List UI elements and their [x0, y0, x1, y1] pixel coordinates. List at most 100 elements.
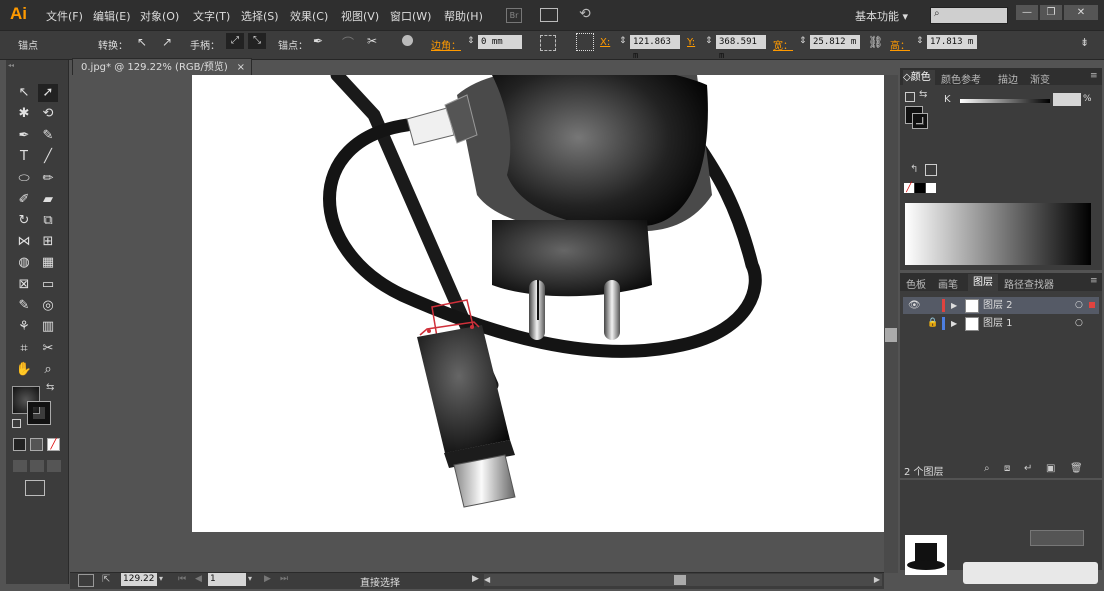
- zoom-field[interactable]: 129.22: [121, 573, 157, 586]
- target-circle-icon[interactable]: ○: [1075, 315, 1083, 332]
- horizontal-scroll-thumb[interactable]: [674, 575, 686, 585]
- draw-inside-icon[interactable]: [47, 460, 61, 472]
- horizontal-scrollbar[interactable]: ◀ ▶: [484, 574, 882, 586]
- menu-file[interactable]: 文件(F): [46, 8, 83, 24]
- expand-layer-icon[interactable]: ▶: [951, 297, 957, 314]
- remove-anchor-icon[interactable]: ✒: [313, 34, 323, 48]
- tab-swatches[interactable]: 色板: [906, 276, 926, 291]
- fit-artboard-icon[interactable]: [78, 574, 94, 587]
- ime-toolbar[interactable]: [963, 562, 1098, 584]
- constrain-proportions-icon[interactable]: ⛓: [868, 35, 883, 49]
- expand-layer-icon[interactable]: ▶: [951, 315, 957, 332]
- selection-tool-icon[interactable]: ↖: [14, 84, 34, 102]
- new-layer-icon[interactable]: ▣: [1046, 463, 1055, 474]
- lock-icon[interactable]: 🔒: [927, 315, 938, 332]
- tab-pathfinder[interactable]: 路径查找器: [1004, 276, 1054, 291]
- none-swatch[interactable]: ╱: [904, 183, 914, 193]
- target-circle-icon[interactable]: ○: [1075, 297, 1083, 314]
- menu-effect[interactable]: 效果(C): [290, 8, 328, 24]
- corner-label[interactable]: 边角：: [431, 37, 461, 52]
- color-panel-menu-icon[interactable]: ≡: [1090, 71, 1098, 81]
- none-mode-icon[interactable]: ╱: [47, 438, 60, 451]
- tab-brushes[interactable]: 画笔: [938, 276, 958, 291]
- y-label[interactable]: Y:: [687, 37, 695, 48]
- delete-layer-icon[interactable]: 🗑: [1070, 463, 1083, 474]
- pen-tool-icon[interactable]: ✒: [14, 127, 34, 145]
- ellipse-tool-icon[interactable]: ⬭: [14, 170, 34, 188]
- artboard-tool-icon[interactable]: ⌗: [14, 340, 34, 358]
- last-artboard-icon[interactable]: ⏭: [280, 574, 288, 584]
- mesh-tool-icon[interactable]: ⊠: [14, 276, 34, 294]
- perspective-grid-tool-icon[interactable]: ▦: [38, 254, 58, 272]
- reference-point-icon[interactable]: [576, 33, 594, 51]
- isolate-icon[interactable]: [402, 35, 413, 46]
- tab-color-guide[interactable]: 颜色参考: [941, 71, 981, 86]
- x-field[interactable]: 121.863 m: [630, 35, 680, 61]
- symbol-sprayer-tool-icon[interactable]: ⚘: [14, 318, 34, 336]
- layers-panel-menu-icon[interactable]: ≡: [1090, 276, 1098, 286]
- panel-default-colors-icon[interactable]: [905, 92, 915, 102]
- corner-radius-field[interactable]: 0 mm: [478, 35, 522, 49]
- menu-select[interactable]: 选择(S): [241, 8, 279, 24]
- cut-path-icon[interactable]: ✂: [367, 34, 377, 48]
- artboard-dropdown-icon[interactable]: ▾: [248, 574, 252, 583]
- eyedropper-tool-icon[interactable]: ✎: [14, 297, 34, 315]
- stroke-swatch[interactable]: [27, 401, 51, 425]
- black-swatch[interactable]: [915, 183, 925, 193]
- height-field[interactable]: 17.813 m: [927, 35, 977, 49]
- minimize-button[interactable]: —: [1016, 5, 1038, 20]
- vertical-scrollbar[interactable]: [884, 75, 898, 573]
- menu-object[interactable]: 对象(O): [140, 8, 179, 24]
- tab-gradient[interactable]: 渐变: [1030, 71, 1050, 86]
- artboard[interactable]: [192, 75, 884, 532]
- tools-panel-grip[interactable]: ◂◂: [8, 62, 66, 69]
- next-artboard-icon[interactable]: ▶: [264, 574, 271, 584]
- width-tool-icon[interactable]: ⋈: [14, 233, 34, 251]
- panel-swap-icon[interactable]: ⇆: [919, 89, 927, 100]
- out-of-gamut-icon[interactable]: ↰: [910, 164, 918, 175]
- export-icon[interactable]: ⇱: [102, 574, 110, 585]
- menu-help[interactable]: 帮助(H): [444, 8, 483, 24]
- color-spectrum[interactable]: [905, 203, 1091, 265]
- menu-view[interactable]: 视图(V): [341, 8, 379, 24]
- magic-wand-tool-icon[interactable]: ✱: [14, 105, 34, 123]
- line-tool-icon[interactable]: ╱: [38, 148, 58, 166]
- color-mode-icon[interactable]: [13, 438, 26, 451]
- x-label[interactable]: X:: [600, 37, 610, 48]
- convert-corner-icon[interactable]: ↖: [137, 35, 147, 49]
- tab-color[interactable]: ◇颜色: [903, 70, 935, 85]
- prev-artboard-icon[interactable]: ◀: [195, 574, 202, 584]
- locate-object-icon[interactable]: ⌕: [984, 463, 990, 474]
- close-document-icon[interactable]: ×: [237, 59, 245, 76]
- default-fill-stroke-icon[interactable]: [12, 419, 21, 428]
- bridge-icon[interactable]: Br: [506, 8, 522, 23]
- pencil-tool-icon[interactable]: ✐: [14, 191, 34, 209]
- restore-button[interactable]: ❐: [1040, 5, 1062, 20]
- k-channel-field[interactable]: [1053, 93, 1081, 106]
- show-handles-icon[interactable]: ⤢: [226, 33, 244, 49]
- panel-action-button[interactable]: [1030, 530, 1084, 546]
- gradient-mode-icon[interactable]: [30, 438, 43, 451]
- layer-name[interactable]: 图层 1: [983, 315, 1013, 332]
- layer-row-2[interactable]: 👁 ▶ 图层 2 ○: [903, 297, 1099, 314]
- transform-grid-icon[interactable]: [540, 35, 556, 51]
- blend-tool-icon[interactable]: ◎: [38, 297, 58, 315]
- zoom-tool-icon[interactable]: ⌕: [38, 361, 58, 379]
- swap-fill-stroke-icon[interactable]: ⇆: [46, 382, 54, 393]
- curvature-tool-icon[interactable]: ✎: [38, 127, 58, 145]
- scroll-right-icon[interactable]: ▶: [874, 575, 880, 584]
- type-tool-icon[interactable]: T: [14, 148, 34, 166]
- convert-smooth-icon[interactable]: ↗: [162, 35, 172, 49]
- panel-stroke-swatch[interactable]: [912, 113, 928, 129]
- document-tab[interactable]: 0.jpg* @ 129.22% (RGB/预览) ×: [72, 58, 252, 75]
- width-label[interactable]: 宽：: [773, 37, 793, 52]
- menu-type[interactable]: 文字(T): [193, 8, 230, 24]
- layer-name[interactable]: 图层 2: [983, 297, 1013, 314]
- white-swatch[interactable]: [926, 183, 936, 193]
- tab-stroke[interactable]: 描边: [998, 71, 1018, 86]
- clipping-mask-icon[interactable]: ⧈: [1004, 463, 1010, 474]
- hide-handles-icon[interactable]: ⤡: [248, 33, 266, 49]
- search-input[interactable]: ⌕: [930, 7, 1008, 24]
- status-menu-icon[interactable]: ▶: [472, 574, 479, 584]
- workspace-switcher[interactable]: 基本功能 ▾: [855, 8, 908, 24]
